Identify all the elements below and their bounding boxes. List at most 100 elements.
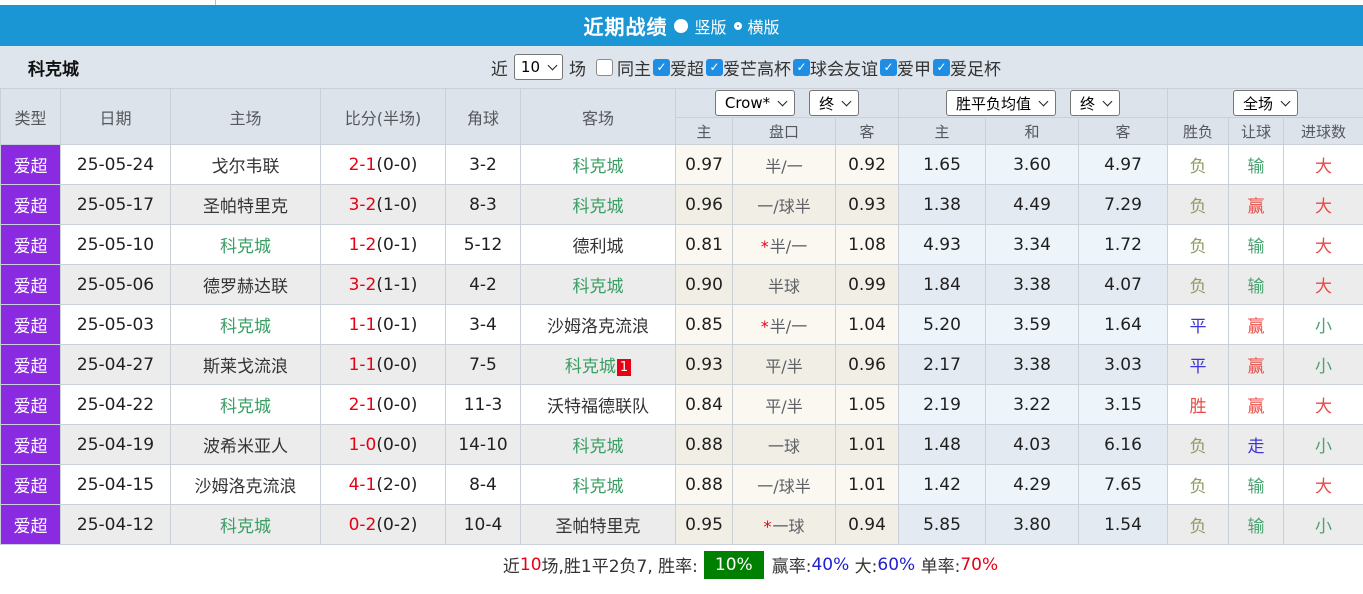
recent-count-select[interactable]: 10	[514, 54, 563, 80]
goals-result-cell: 大	[1284, 145, 1363, 185]
same-home-label[interactable]: 同主	[617, 55, 651, 80]
layout-radio-label[interactable]: 竖版	[694, 14, 726, 38]
avg-type-select[interactable]: 胜平负均值	[946, 90, 1056, 116]
crow-home-odds-cell: 0.81	[676, 225, 733, 265]
layout-radio-option[interactable]: 竖版	[674, 14, 726, 38]
avg-home-odds-cell: 1.42	[899, 465, 986, 505]
sub-header-avg-home: 主	[899, 118, 986, 145]
league-cell: 爱超	[1, 345, 61, 385]
odds-time-select[interactable]: 终	[809, 90, 859, 116]
sub-header-goals: 进球数	[1284, 118, 1363, 145]
summary-segment: 单率:	[915, 552, 960, 577]
league-filters: ✓ 爱超 ✓ 爱芒高杯 ✓ 球会友谊 ✓ 爱甲 ✓ 爱足杯	[653, 55, 1003, 80]
layout-radio-label[interactable]: 横版	[748, 14, 780, 38]
half-time-score: (0-2)	[376, 515, 417, 535]
away-team-name: 沙姆洛克流浪	[547, 317, 649, 337]
league-checkbox-label[interactable]: 爱足杯	[950, 55, 1001, 80]
avg-draw-odds-cell: 3.22	[986, 385, 1079, 425]
half-time-score: (2-0)	[376, 475, 417, 495]
recent-results-widget: 近期战绩 竖版 横版 科克城 近 10 场 同主 ✓ 爱超 ✓ 爱芒高杯 ✓ 球…	[0, 0, 1363, 594]
layout-radio-option[interactable]: 横版	[734, 14, 780, 38]
avg-home-odds-cell: 1.84	[899, 265, 986, 305]
handicap-cell: *半/一	[733, 305, 836, 345]
period-value: 全场	[1243, 93, 1273, 114]
home-team-name: 波希米亚人	[203, 437, 288, 457]
full-time-score: 1-0	[349, 435, 377, 455]
goals-result-cell: 大	[1284, 265, 1363, 305]
league-checkbox-label[interactable]: 爱芒高杯	[723, 55, 791, 80]
half-time-score: (1-1)	[376, 275, 417, 295]
league-checkbox-label[interactable]: 爱甲	[897, 55, 931, 80]
table-row: 爱超 25-05-10 科克城 1-2(0-1) 5-12 德利城 0.81 *…	[1, 225, 1363, 265]
crow-home-odds-cell: 0.96	[676, 185, 733, 225]
league-cell: 爱超	[1, 305, 61, 345]
date-cell: 25-04-12	[61, 505, 171, 545]
period-select[interactable]: 全场	[1233, 90, 1298, 116]
same-home-checkbox[interactable]	[596, 59, 613, 76]
half-time-score: (0-1)	[376, 235, 417, 255]
away-team-cell: 科克城	[521, 145, 676, 185]
full-time-score: 4-1	[349, 475, 377, 495]
home-team-cell: 戈尔韦联	[171, 145, 321, 185]
outcome-cell: 负	[1168, 505, 1229, 545]
summary-segment: 70%	[960, 555, 998, 575]
recent-count-value: 10	[521, 58, 540, 76]
outcome-cell: 负	[1168, 185, 1229, 225]
date-cell: 25-04-19	[61, 425, 171, 465]
half-time-score: (1-0)	[376, 195, 417, 215]
avg-home-odds-cell: 5.20	[899, 305, 986, 345]
goals-result-cell: 大	[1284, 385, 1363, 425]
league-checkbox[interactable]: ✓	[653, 59, 670, 76]
home-team-cell: 科克城	[171, 225, 321, 265]
page-edge-line	[215, 0, 216, 5]
league-checkbox-label[interactable]: 爱超	[670, 55, 704, 80]
handicap-change-star: *	[763, 517, 771, 536]
score-cell: 0-2(0-2)	[321, 505, 446, 545]
half-time-score: (0-1)	[376, 315, 417, 335]
sub-header-handicap: 盘口	[733, 118, 836, 145]
results-table-body: 爱超 25-05-24 戈尔韦联 2-1(0-0) 3-2 科克城 0.97 半…	[1, 145, 1363, 545]
home-team-name: 科克城	[220, 317, 271, 337]
score-cell: 1-1(0-0)	[321, 345, 446, 385]
page-title: 近期战绩	[583, 11, 667, 40]
handicap-cell: *半/一	[733, 225, 836, 265]
avg-time-select[interactable]: 终	[1070, 90, 1120, 116]
avg-away-odds-cell: 1.72	[1079, 225, 1168, 265]
goals-result-cell: 大	[1284, 225, 1363, 265]
league-checkbox[interactable]: ✓	[880, 59, 897, 76]
sub-header-avg-away: 客	[1079, 118, 1168, 145]
results-table: 类型 日期 主场 比分(半场) 角球 客场 Crow* 终	[0, 88, 1363, 545]
summary-bar: 近 10 场,胜1平2负7, 胜率: 10% 赢率: 40% 大: 60% 单率…	[0, 545, 1363, 584]
goals-result-cell: 小	[1284, 305, 1363, 345]
col-header-home: 主场	[171, 89, 321, 145]
outcome-cell: 负	[1168, 425, 1229, 465]
handicap-result-cell: 赢	[1229, 305, 1284, 345]
league-checkbox[interactable]: ✓	[933, 59, 950, 76]
avg-away-odds-cell: 7.29	[1079, 185, 1168, 225]
league-checkbox[interactable]: ✓	[706, 59, 723, 76]
goals-result-cell: 小	[1284, 345, 1363, 385]
avg-home-odds-cell: 1.65	[899, 145, 986, 185]
goals-result-cell: 大	[1284, 465, 1363, 505]
col-header-score: 比分(半场)	[321, 89, 446, 145]
crow-away-odds-cell: 0.92	[836, 145, 899, 185]
away-team-cell: 圣帕特里克	[521, 505, 676, 545]
avg-type-value: 胜平负均值	[956, 93, 1031, 114]
date-cell: 25-05-24	[61, 145, 171, 185]
league-checkbox-label[interactable]: 球会友谊	[810, 55, 878, 80]
radio-selected-icon	[674, 19, 688, 33]
avg-home-odds-cell: 2.19	[899, 385, 986, 425]
date-cell: 25-04-15	[61, 465, 171, 505]
summary-segment: 大:	[849, 552, 877, 577]
league-cell: 爱超	[1, 385, 61, 425]
avg-draw-odds-cell: 4.29	[986, 465, 1079, 505]
date-cell: 25-05-06	[61, 265, 171, 305]
odds-company-select[interactable]: Crow*	[715, 90, 795, 116]
home-team-name: 沙姆洛克流浪	[195, 477, 297, 497]
col-header-date: 日期	[61, 89, 171, 145]
league-checkbox[interactable]: ✓	[793, 59, 810, 76]
avg-away-odds-cell: 3.03	[1079, 345, 1168, 385]
home-team-cell: 科克城	[171, 505, 321, 545]
avg-home-odds-cell: 5.85	[899, 505, 986, 545]
handicap-result-cell: 输	[1229, 505, 1284, 545]
